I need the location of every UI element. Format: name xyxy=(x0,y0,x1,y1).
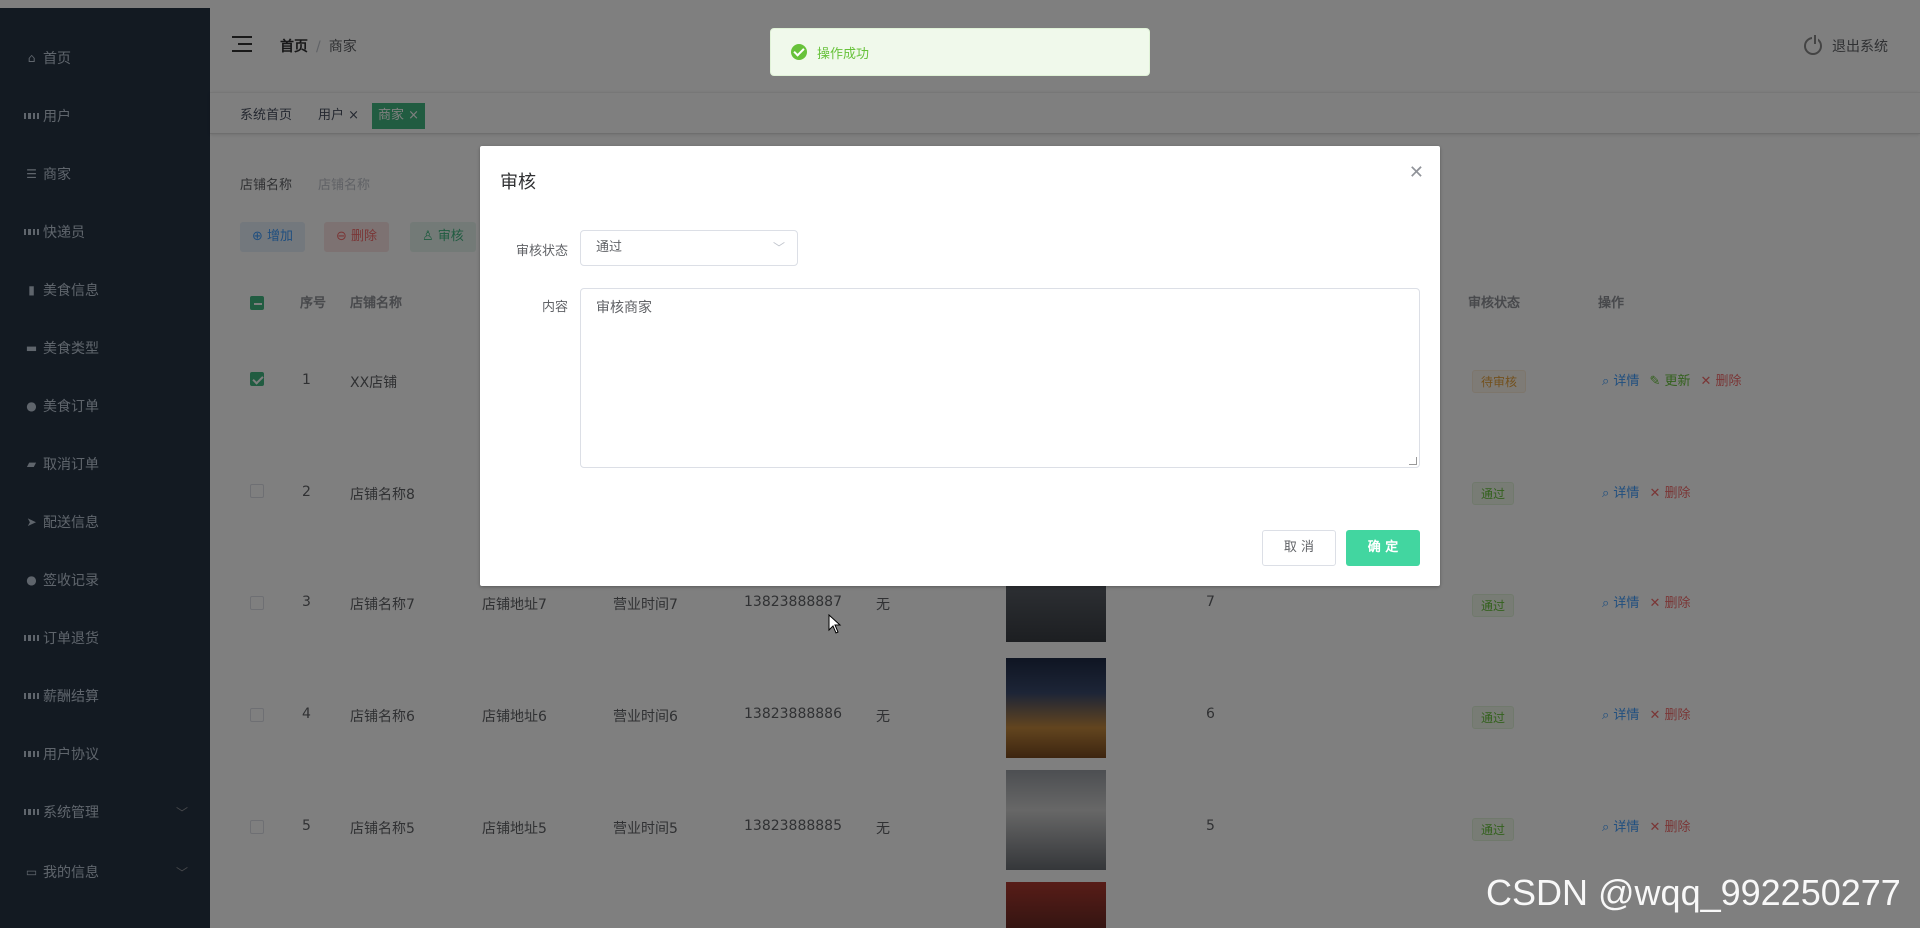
close-icon[interactable]: ✕ xyxy=(1409,162,1424,183)
confirm-button[interactable]: 确 定 xyxy=(1346,530,1420,566)
toast-message: 操作成功 xyxy=(817,46,870,62)
textarea-value: 审核商家 xyxy=(596,300,652,316)
dialog-title: 审核 xyxy=(500,172,536,193)
check-circle-icon xyxy=(791,44,807,60)
content-textarea[interactable]: 审核商家 xyxy=(580,288,1420,468)
audit-dialog: 审核 ✕ 审核状态 通过 ﹀ 内容 审核商家 取 消 确 定 xyxy=(480,146,1440,586)
mouse-cursor-icon xyxy=(828,614,842,634)
cancel-button[interactable]: 取 消 xyxy=(1262,530,1336,566)
status-field-label: 审核状态 xyxy=(515,244,568,259)
success-toast: 操作成功 xyxy=(770,28,1150,76)
content-field-label: 内容 xyxy=(541,300,568,315)
watermark: CSDN @wqq_992250277 xyxy=(1486,872,1901,913)
audit-status-select[interactable]: 通过 ﹀ xyxy=(580,230,798,266)
select-value: 通过 xyxy=(596,240,623,255)
resize-handle-icon[interactable] xyxy=(1409,457,1417,465)
chevron-down-icon: ﹀ xyxy=(772,241,785,255)
